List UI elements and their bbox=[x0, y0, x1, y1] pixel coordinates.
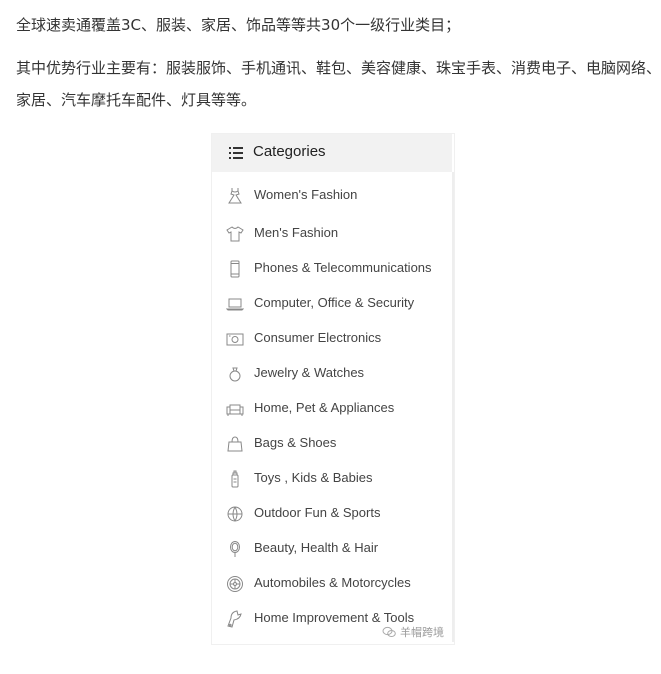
watermark-text: 羊帽跨境 bbox=[400, 626, 444, 639]
category-label: Jewelry & Watches bbox=[254, 365, 365, 380]
category-computer[interactable]: Computer, Office & Security bbox=[212, 289, 452, 319]
category-label: Beauty, Health & Hair bbox=[254, 540, 379, 555]
ring-icon bbox=[226, 365, 244, 383]
list-menu-icon bbox=[229, 146, 243, 160]
mirror-icon bbox=[226, 540, 244, 558]
category-label: Phones & Telecommunications bbox=[254, 260, 432, 275]
bag-icon bbox=[226, 435, 244, 453]
category-label: Computer, Office & Security bbox=[254, 295, 415, 310]
sofa-icon bbox=[226, 400, 244, 418]
category-label: Toys , Kids & Babies bbox=[254, 470, 373, 485]
category-label: Bags & Shoes bbox=[254, 435, 337, 450]
dress-icon bbox=[226, 187, 244, 205]
baby-bottle-icon bbox=[226, 470, 244, 488]
watermark: 羊帽跨境 bbox=[382, 624, 444, 640]
category-label: Outdoor Fun & Sports bbox=[254, 505, 381, 520]
category-label: Men's Fashion bbox=[254, 225, 339, 240]
category-label: Consumer Electronics bbox=[254, 330, 382, 345]
categories-header[interactable]: Categories bbox=[212, 134, 452, 172]
category-beauty[interactable]: Beauty, Health & Hair bbox=[212, 534, 452, 564]
ball-icon bbox=[226, 505, 244, 523]
categories-title: Categories bbox=[253, 143, 326, 160]
category-bags-shoes[interactable]: Bags & Shoes bbox=[212, 429, 452, 459]
categories-panel: Categories Women's Fashion Men's Fashion… bbox=[212, 134, 454, 644]
category-label: Women's Fashion bbox=[254, 187, 358, 202]
category-consumer-electronics[interactable]: Consumer Electronics bbox=[212, 324, 452, 354]
category-outdoor[interactable]: Outdoor Fun & Sports bbox=[212, 499, 452, 529]
advantage-paragraph: 其中优势行业主要有：服装服饰、手机通讯、鞋包、美容健康、珠宝手表、消费电子、电脑… bbox=[16, 59, 661, 109]
laptop-icon bbox=[226, 295, 244, 313]
category-label: Home Improvement & Tools bbox=[254, 610, 415, 625]
tshirt-icon bbox=[226, 225, 244, 243]
camera-icon bbox=[226, 330, 244, 348]
category-automobiles[interactable]: Automobiles & Motorcycles bbox=[212, 569, 452, 599]
category-phones[interactable]: Phones & Telecommunications bbox=[212, 254, 452, 284]
category-womens-fashion[interactable]: Women's Fashion bbox=[212, 181, 452, 211]
phone-icon bbox=[226, 260, 244, 278]
category-label: Home, Pet & Appliances bbox=[254, 400, 395, 415]
category-label: Automobiles & Motorcycles bbox=[254, 575, 411, 590]
wheel-icon bbox=[226, 575, 244, 593]
wechat-icon bbox=[382, 626, 396, 637]
intro-paragraph: 全球速卖通覆盖3C、服装、家居、饰品等等共30个一级行业类目； bbox=[16, 16, 461, 34]
category-toys[interactable]: Toys , Kids & Babies bbox=[212, 464, 452, 494]
panel-scroll-edge bbox=[452, 172, 454, 642]
category-mens-fashion[interactable]: Men's Fashion bbox=[212, 219, 452, 249]
category-jewelry[interactable]: Jewelry & Watches bbox=[212, 359, 452, 389]
category-home-pet[interactable]: Home, Pet & Appliances bbox=[212, 394, 452, 424]
tool-icon bbox=[226, 610, 244, 628]
